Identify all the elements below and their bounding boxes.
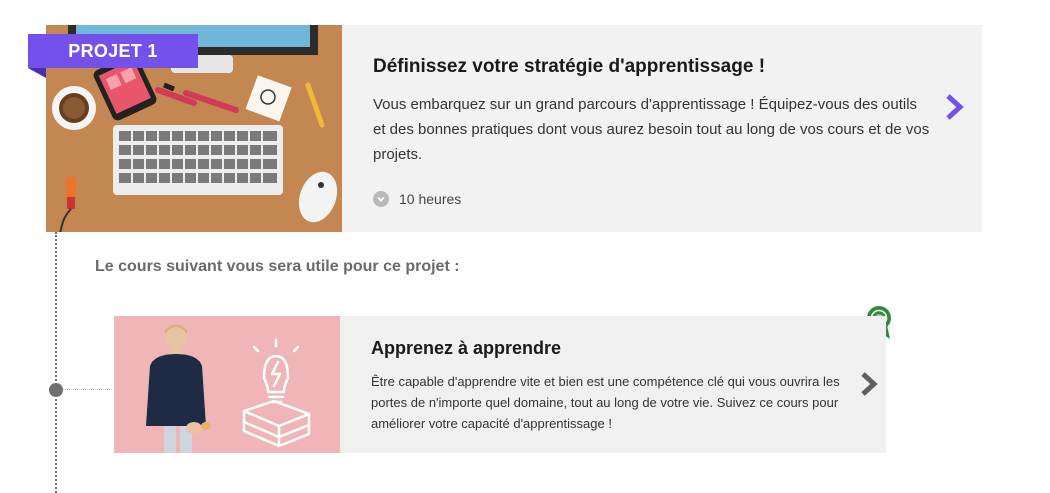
section-heading: Le cours suivant vous sera utile pour ce… (95, 258, 460, 275)
project-duration-label: 10 heures (399, 191, 462, 207)
course-description: Être capable d'apprendre vite et bien es… (371, 374, 840, 431)
clock-icon (373, 191, 389, 207)
project-duration: 10 heures (373, 191, 461, 207)
project-badge-fold (28, 68, 46, 78)
project-card[interactable]: PROJET 1 Définissez votre stratégie d'ap… (28, 25, 982, 232)
timeline-line (55, 232, 57, 493)
timeline-connector (62, 389, 112, 390)
chevron-right-icon[interactable] (942, 93, 966, 121)
project-description: Vous embarquez sur un grand parcours d'a… (373, 96, 930, 163)
course-title: Apprenez à apprendre (371, 338, 562, 358)
chevron-right-icon[interactable] (858, 371, 880, 397)
project-title: Définissez votre stratégie d'apprentissa… (373, 56, 766, 77)
project-badge: PROJET 1 (28, 34, 198, 68)
timeline-dot (49, 383, 63, 397)
course-image (114, 316, 340, 453)
course-card[interactable]: Apprenez à apprendre Être capable d'appr… (114, 316, 886, 453)
